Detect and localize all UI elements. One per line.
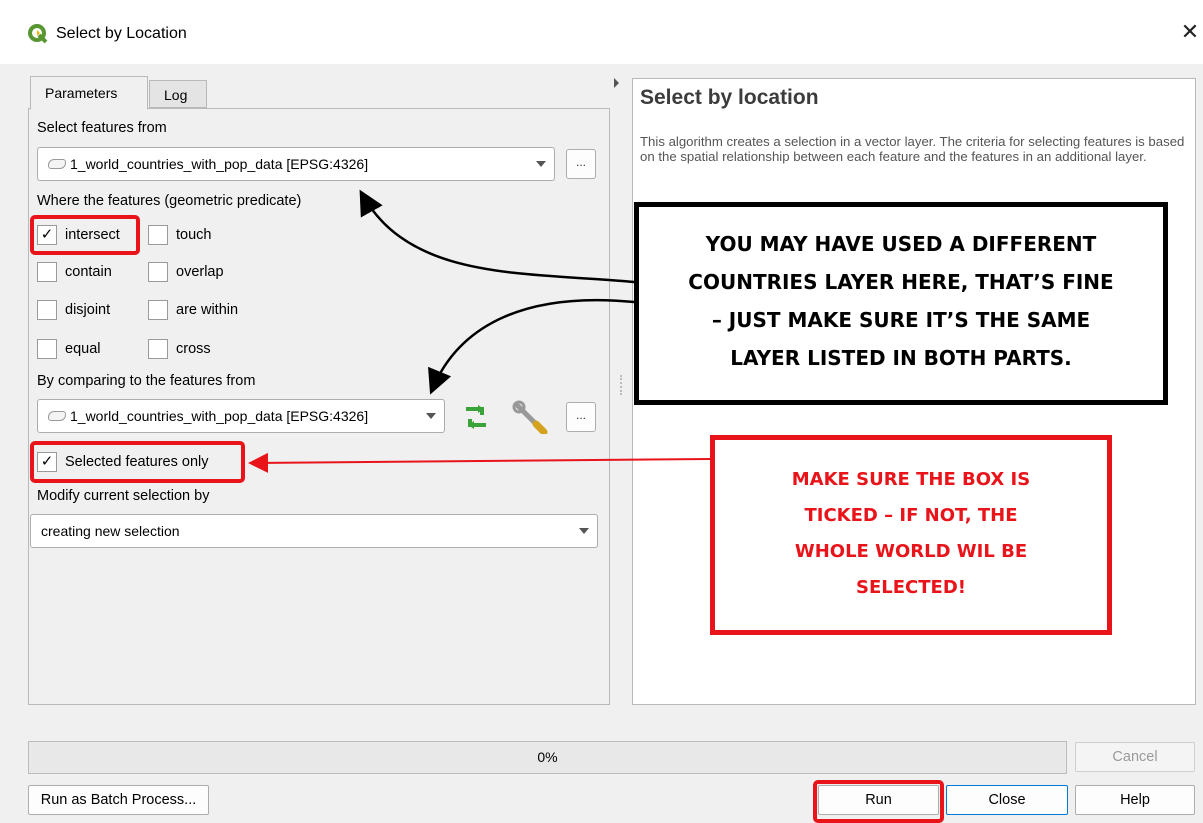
qgis-logo-icon (28, 24, 48, 44)
predicate-are-within[interactable]: are within (148, 300, 238, 320)
predicate-disjoint[interactable]: disjoint (37, 300, 110, 320)
predicate-cross[interactable]: cross (148, 339, 211, 359)
layer-callout: YOU MAY HAVE USED A DIFFERENT COUNTRIES … (634, 202, 1168, 405)
callout-line: TICKED – IF NOT, THE (804, 505, 1018, 526)
checkbox-checked-icon[interactable]: ✓ (37, 225, 57, 245)
callout-line: WHOLE WORLD WIL BE (794, 541, 1028, 562)
predicate-label-text: touch (176, 227, 212, 243)
checkbox-icon[interactable] (37, 262, 57, 282)
compare-label: By comparing to the features from (37, 373, 256, 389)
modify-selection-label: Modify current selection by (37, 488, 210, 504)
predicate-label: Where the features (geometric predicate) (37, 193, 302, 209)
tab-log[interactable]: Log (149, 80, 207, 108)
wrench-icon[interactable] (512, 400, 550, 434)
predicate-label-text: disjoint (65, 302, 111, 318)
selected-features-only-label: Selected features only (65, 454, 209, 470)
select-from-label: Select features from (37, 120, 167, 136)
selected-features-only-checkbox[interactable]: ✓ Selected features only (37, 452, 208, 472)
callout-line: SELECTED! (856, 577, 966, 598)
predicate-label-text: are within (176, 302, 239, 318)
close-button[interactable]: Close (946, 785, 1068, 815)
callout-line: COUNTRIES LAYER HERE, THAT’S FINE (688, 270, 1114, 294)
window-title: Select by Location (56, 25, 187, 42)
help-title: Select by location (640, 86, 819, 109)
checkbox-icon[interactable] (148, 339, 168, 359)
modify-selection-combo[interactable]: creating new selection (30, 514, 598, 548)
polygon-layer-icon (48, 411, 66, 421)
select-from-combo[interactable]: 1_world_countries_with_pop_data [EPSG:43… (37, 147, 555, 181)
predicate-label-text: overlap (176, 264, 224, 280)
predicate-label-text: contain (65, 264, 112, 280)
splitter-collapse-icon[interactable] (614, 78, 619, 88)
batch-process-button[interactable]: Run as Batch Process... (28, 785, 209, 815)
iterate-icon[interactable] (460, 403, 492, 431)
progress-bar: 0% (28, 741, 1067, 774)
checkbox-icon[interactable] (148, 262, 168, 282)
chevron-down-icon (579, 528, 589, 534)
checkbox-icon[interactable] (148, 300, 168, 320)
compare-more-button[interactable]: ... (566, 402, 596, 432)
callout-line: YOU MAY HAVE USED A DIFFERENT (705, 232, 1097, 256)
run-button[interactable]: Run (818, 785, 939, 815)
cancel-button[interactable]: Cancel (1075, 742, 1195, 772)
title-bar: Select by Location ✕ (0, 0, 1203, 64)
checkbox-icon[interactable] (148, 225, 168, 245)
splitter-handle[interactable] (620, 375, 622, 395)
modify-selection-value: creating new selection (41, 523, 180, 539)
checkbox-icon[interactable] (37, 339, 57, 359)
predicate-equal[interactable]: equal (37, 339, 100, 359)
predicate-label-text: intersect (65, 227, 120, 243)
predicate-label-text: cross (176, 341, 211, 357)
predicate-label-text: equal (65, 341, 101, 357)
tab-parameters[interactable]: Parameters (30, 76, 148, 110)
callout-line: MAKE SURE THE BOX IS (791, 469, 1031, 490)
polygon-layer-icon (48, 159, 66, 169)
chevron-down-icon (536, 161, 546, 167)
callout-line: – JUST MAKE SURE IT’S THE SAME (711, 308, 1091, 332)
select-from-value: 1_world_countries_with_pop_data [EPSG:43… (70, 156, 369, 172)
checkbox-icon[interactable] (37, 300, 57, 320)
predicate-touch[interactable]: touch (148, 225, 211, 245)
checkbox-checked-icon[interactable]: ✓ (37, 452, 57, 472)
close-icon[interactable]: ✕ (1178, 20, 1202, 44)
predicate-intersect[interactable]: ✓ intersect (37, 225, 120, 245)
compare-combo[interactable]: 1_world_countries_with_pop_data [EPSG:43… (37, 399, 445, 433)
callout-line: LAYER LISTED IN BOTH PARTS. (730, 346, 1072, 370)
help-text: This algorithm creates a selection in a … (640, 134, 1185, 164)
chevron-down-icon (426, 413, 436, 419)
predicate-overlap[interactable]: overlap (148, 262, 224, 282)
checkbox-callout: MAKE SURE THE BOX IS TICKED – IF NOT, TH… (710, 435, 1112, 635)
help-button[interactable]: Help (1075, 785, 1195, 815)
select-from-more-button[interactable]: ... (566, 149, 596, 179)
predicate-contain[interactable]: contain (37, 262, 112, 282)
compare-value: 1_world_countries_with_pop_data [EPSG:43… (70, 408, 369, 424)
